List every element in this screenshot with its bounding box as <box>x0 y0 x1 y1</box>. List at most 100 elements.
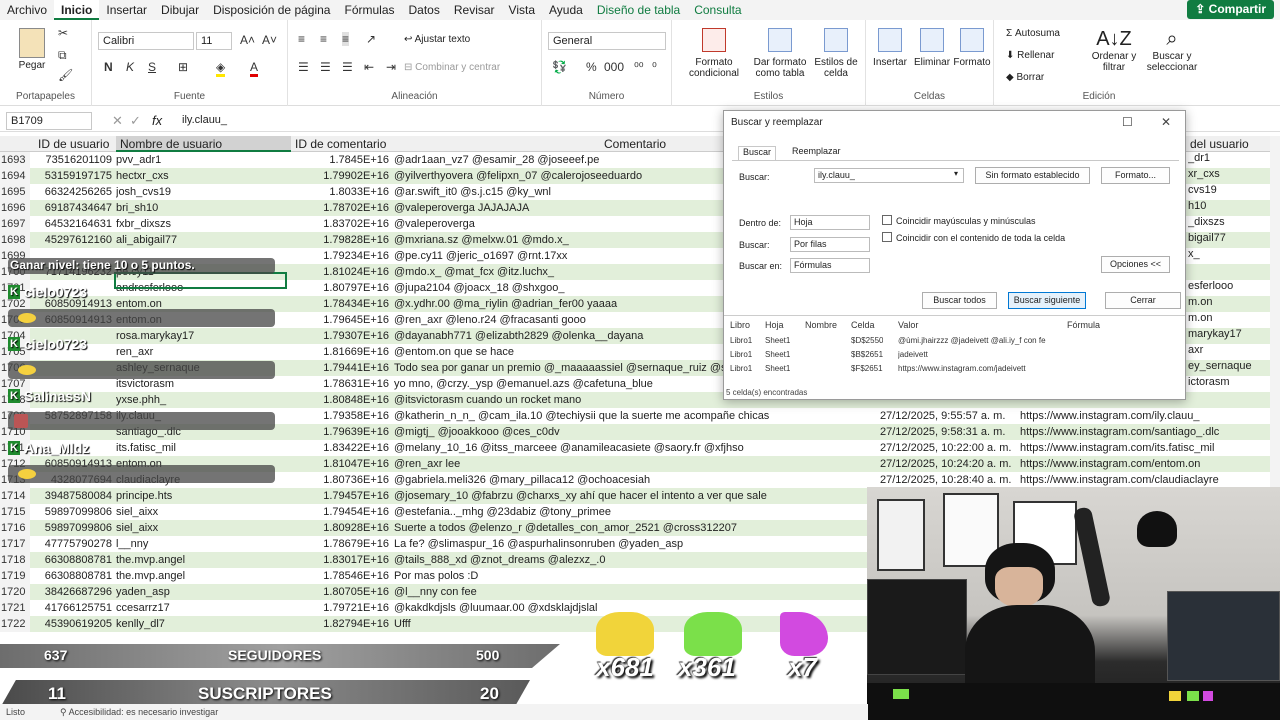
row-number[interactable]: 1694 <box>0 168 30 184</box>
close-button[interactable]: Cerrar <box>1105 292 1181 309</box>
row-number[interactable]: 1693 <box>0 152 30 168</box>
cell-username-right[interactable]: xr_cxs <box>1188 168 1268 184</box>
cell-comment[interactable]: @migtj_ @jooakkooo @ces_c0dv <box>394 424 874 440</box>
number-format-select[interactable]: General <box>548 32 666 50</box>
within-select[interactable]: Hoja <box>790 215 870 230</box>
borders-icon[interactable]: ⊞ <box>178 60 188 74</box>
font-name-select[interactable]: Calibri <box>98 32 194 50</box>
cell-comment-id[interactable]: 1.83702E+16 <box>291 216 389 232</box>
cell-comment-id[interactable]: 1.79828E+16 <box>291 232 389 248</box>
cell-comment[interactable]: @gabriela.meli326 @mary_pillaca12 @ochoa… <box>394 472 874 488</box>
cell-user-id[interactable]: 45390619205 <box>30 616 112 632</box>
cell-url[interactable]: https://www.instagram.com/claudiaclayre <box>1020 472 1270 488</box>
percent-icon[interactable]: % <box>586 60 597 74</box>
match-entire-checkbox[interactable] <box>882 232 892 242</box>
result-header[interactable]: Hoja <box>765 320 784 330</box>
look-in-select[interactable]: Fórmulas <box>790 258 870 273</box>
cell-comment-id[interactable]: 1.79454E+16 <box>291 504 389 520</box>
result-header[interactable]: Celda <box>851 320 875 330</box>
cell-comment-id[interactable]: 1.83422E+16 <box>291 440 389 456</box>
result-row[interactable]: Libro1 Sheet1 $B$2651 jadeivett <box>724 348 1185 362</box>
cell-username-right[interactable]: marykay17 <box>1188 328 1268 344</box>
delete-cells-button[interactable]: Eliminar <box>910 28 954 68</box>
row-number[interactable]: 1722 <box>0 616 30 632</box>
tab-dibujar[interactable]: Dibujar <box>154 0 206 20</box>
row-number[interactable]: 1698 <box>0 232 30 248</box>
cell-username[interactable]: ccesarrz17 <box>116 600 291 616</box>
align-right-icon[interactable]: ☰ <box>342 60 353 74</box>
cell-comment-id[interactable]: 1.80705E+16 <box>291 584 389 600</box>
insert-cells-button[interactable]: Insertar <box>870 28 910 68</box>
cell-user-id[interactable]: 47775790278 <box>30 536 112 552</box>
cell-url[interactable]: https://www.instagram.com/santiago_.dlc <box>1020 424 1270 440</box>
cell-username[interactable]: hectxr_cxs <box>116 168 291 184</box>
cell-comment-id[interactable]: 1.79234E+16 <box>291 248 389 264</box>
cell-user-id[interactable]: 66324256265 <box>30 184 112 200</box>
cell-username[interactable]: ren_axr <box>116 344 291 360</box>
cell-comment-id[interactable]: 1.80928E+16 <box>291 520 389 536</box>
cell-username-right[interactable]: h10 <box>1188 200 1268 216</box>
table-row[interactable]: 1711its.fatisc_mil1.83422E+16@melany_10_… <box>0 440 1270 456</box>
header-del-usuario[interactable]: del usuario <box>1186 136 1266 152</box>
cell-comment-id[interactable]: 1.79902E+16 <box>291 168 389 184</box>
cell-username-right[interactable]: cvs19 <box>1188 184 1268 200</box>
cell-url[interactable]: https://www.instagram.com/entom.on <box>1020 456 1270 472</box>
row-number[interactable]: 1717 <box>0 536 30 552</box>
cell-username[interactable]: fxbr_dixszs <box>116 216 291 232</box>
cell-username-right[interactable] <box>1188 264 1268 280</box>
underline-icon[interactable]: S <box>148 60 156 74</box>
cell-comment-id[interactable]: 1.8033E+16 <box>291 184 389 200</box>
row-number[interactable]: 1721 <box>0 600 30 616</box>
result-row[interactable]: Libro1 Sheet1 $F$2651 https://www.instagram… <box>724 362 1185 376</box>
cell-username[interactable]: its.fatisc_mil <box>116 440 291 456</box>
cell-username-right[interactable]: esferlooo <box>1188 280 1268 296</box>
no-format-button[interactable]: Sin formato establecido <box>975 167 1090 184</box>
header-comentario[interactable]: Comentario <box>600 136 720 152</box>
decrease-font-icon[interactable]: A˅ <box>262 33 277 47</box>
cell-username[interactable]: josh_cvs19 <box>116 184 291 200</box>
match-case-checkbox[interactable] <box>882 215 892 225</box>
cell-username-right[interactable]: _dixszs <box>1188 216 1268 232</box>
result-header[interactable]: Libro <box>730 320 750 330</box>
cell-comment[interactable]: @katherin_n_n_ @cam_ila.10 @techiysii qu… <box>394 408 874 424</box>
orientation-icon[interactable]: ↗ <box>366 32 376 46</box>
cell-comment-id[interactable]: 1.79441E+16 <box>291 360 389 376</box>
tab-diseno-tabla[interactable]: Diseño de tabla <box>590 0 687 20</box>
paste-button[interactable]: Pegar <box>14 28 50 71</box>
tab-insertar[interactable]: Insertar <box>99 0 154 20</box>
result-header[interactable]: Nombre <box>805 320 837 330</box>
cell-url[interactable]: https://www.instagram.com/its.fatisc_mil <box>1020 440 1270 456</box>
cell-comment-id[interactable]: 1.80797E+16 <box>291 280 389 296</box>
cell-date[interactable]: 27/12/2025, 9:55:57 a. m. <box>880 408 1018 424</box>
merge-center-button[interactable]: ⊟ Combinar y centrar <box>404 62 500 73</box>
search-order-select[interactable]: Por filas <box>790 237 870 252</box>
name-box[interactable]: B1709 <box>6 112 92 130</box>
cell-username-right[interactable]: m.on <box>1188 296 1268 312</box>
result-header[interactable]: Fórmula <box>1067 320 1100 330</box>
cell-comment[interactable]: @estefania.._mhg @23dabiz @tony_primee <box>394 504 874 520</box>
cell-user-id[interactable]: 64532164631 <box>30 216 112 232</box>
enter-icon[interactable]: ✓ <box>130 113 141 129</box>
tab-revisar[interactable]: Revisar <box>447 0 502 20</box>
cut-icon[interactable]: ✂ <box>58 26 68 40</box>
cell-user-id[interactable]: 45297612160 <box>30 232 112 248</box>
cell-username-right[interactable]: ey_sernaque <box>1188 360 1268 376</box>
cell-comment-id[interactable]: 1.80736E+16 <box>291 472 389 488</box>
tab-archivo[interactable]: Archivo <box>0 0 54 20</box>
result-header[interactable]: Valor <box>898 320 918 330</box>
bold-icon[interactable]: N <box>104 60 113 74</box>
cell-styles-button[interactable]: Estilos de celda <box>810 28 862 79</box>
tab-reemplazar[interactable]: Reemplazar <box>788 146 845 156</box>
cell-user-id[interactable]: 73516201109 <box>30 152 112 168</box>
cell-comment[interactable]: @ren_axr lee <box>394 456 874 472</box>
row-number[interactable]: 1715 <box>0 504 30 520</box>
sort-filter-button[interactable]: A↓Z Ordenar y filtrar <box>1086 28 1142 73</box>
cell-comment-id[interactable]: 1.81669E+16 <box>291 344 389 360</box>
cell-date[interactable]: 27/12/2025, 10:22:00 a. m. <box>880 440 1018 456</box>
italic-icon[interactable]: K <box>126 60 134 74</box>
currency-icon[interactable]: 💱 <box>552 60 567 74</box>
cell-date[interactable]: 27/12/2025, 10:24:20 a. m. <box>880 456 1018 472</box>
selected-cell[interactable] <box>114 272 287 289</box>
cell-username[interactable]: yxse.phh_ <box>116 392 291 408</box>
header-id-usuario[interactable]: ID de usuario <box>34 136 114 152</box>
